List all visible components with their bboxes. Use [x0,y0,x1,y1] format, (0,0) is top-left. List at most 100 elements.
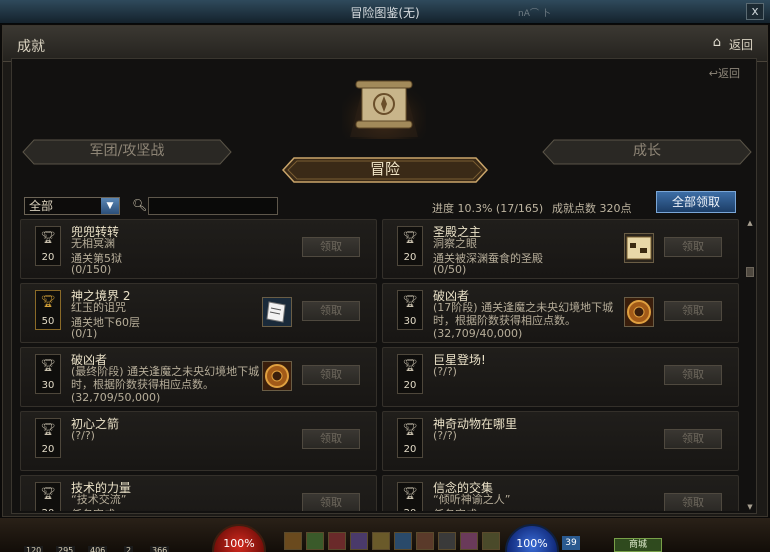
skill-slot[interactable] [306,532,324,550]
achievement-points: 20 [41,444,55,455]
tab-growth[interactable]: 成长 [542,139,752,165]
trophy-icon: 🏆︎20 [35,418,61,458]
scrollbar[interactable]: ▲ ▼ [746,219,754,511]
achievement-card: 🏆︎20技术的力量“技术交流”任务完成(0/1)领取 [20,475,377,511]
claim-button[interactable]: 领取 [664,365,722,385]
trophy-icon: 🏆︎20 [35,226,61,266]
tab-legion[interactable]: 军团/攻坚战 [22,139,232,165]
claim-button[interactable]: 领取 [664,429,722,449]
home-icon[interactable]: ⌂ [713,35,721,50]
claim-button[interactable]: 领取 [664,301,722,321]
hp-orb: 100% [212,524,266,552]
trophy-icon: 🏆︎20 [397,226,423,266]
badge-item-icon[interactable] [624,297,654,327]
achievement-card: 🏆︎ 20 兜兜转转 无相冥渊 通关第5狱 (0/150) 领取 [20,219,377,279]
achievement-description: “倾听神谕之人” [433,493,511,506]
achievement-progress: (32,709/40,000) [433,327,523,340]
skill-slot[interactable] [372,532,390,550]
achievement-description: 任务完成 [433,506,477,511]
achievement-points: 30 [41,380,55,391]
progress-label: 进度 10.3% (17/165) [432,202,544,215]
achievement-progress: (0/1) [71,327,98,340]
trophy-icon: 🏆︎20 [397,482,423,511]
skill-slot[interactable] [482,532,500,550]
achievement-points: 50 [41,316,55,327]
sub-back-link[interactable]: ↩返回 [709,65,740,81]
category-dropdown[interactable]: 全部 ▼ [24,197,120,215]
claim-button[interactable]: 领取 [302,429,360,449]
level-badge: 39 [562,536,580,550]
achievement-progress: (?/?) [433,365,457,378]
achievement-points: 20 [41,252,55,263]
panel-body: ↩返回 军团/攻坚战 冒险 成长 全部 ▼ 🔍︎ 进度 10.3% (17/16… [11,58,757,514]
shop-button[interactable]: 商城 [614,538,662,552]
achievement-description: 无相冥渊 [71,237,115,250]
achievement-card: 🏆︎ 20 巨星登场! (?/?) 领取 [382,347,739,407]
achievement-card: 🏆︎ 50 神之境界 2 红玉的诅咒 通关地下60层 (0/1) 领取 [20,283,377,343]
skill-slot[interactable] [460,532,478,550]
hud-stat: 295 [56,546,76,552]
points-label: 成就点数 320点 [552,202,632,215]
achievement-progress: (?/?) [433,429,457,442]
scroll-thumb[interactable] [746,267,754,277]
achievement-panel: 成就 ⌂ 返回 ↩返回 军团/攻坚战 冒险 成长 全部 ▼ 🔍︎ 进度 10.3… [2,25,768,517]
claim-button[interactable]: 领取 [302,365,360,385]
hud-stat: 406 [88,546,108,552]
achievement-description: 红玉的诅咒 [71,301,126,314]
claim-all-button[interactable]: 全部领取 [656,191,736,213]
map-item-icon[interactable] [624,233,654,263]
window-titlebar: nA⌒ 卜 冒险图鉴(无) x [0,0,770,24]
hud-stat: 2 [124,546,134,552]
chevron-down-icon: ▼ [101,198,119,214]
back-link[interactable]: 返回 [729,36,753,53]
claim-button[interactable]: 领取 [664,237,722,257]
tab-adventure[interactable]: 冒险 [282,157,488,183]
skill-slot[interactable] [328,532,346,550]
achievement-points: 20 [403,252,417,263]
search-icon: 🔍︎ [132,198,148,212]
skill-slot[interactable] [394,532,412,550]
skill-slot[interactable] [438,532,456,550]
skill-slot[interactable] [416,532,434,550]
achievement-card: 🏆︎ 20 神奇动物在哪里 (?/?) 领取 [382,411,739,471]
scroll-emblem-icon [342,71,426,139]
achievement-description: 任务完成 [71,506,115,511]
achievement-card: 🏆︎ 30 破凶者 (17阶段) 通关逢魔之未央幻境地下城时，根据阶数获得相应点数。(… [382,283,739,343]
search-input[interactable] [148,197,278,215]
achievement-list: 🏆︎ 20 兜兜转转 无相冥渊 通关第5狱 (0/150) 领取 🏆︎ 20 圣殿之主 洞察之眼 通关… [20,219,746,511]
trophy-icon: 🏆︎20 [35,482,61,511]
scroll-down-icon[interactable]: ▼ [746,503,754,511]
achievement-points: 20 [36,508,60,511]
achievement-progress: (0/50) [433,263,467,276]
achievement-description: (17阶段) 通关逢魔之未央幻境地下城时，根据阶数获得相应点数。 [433,301,614,327]
achievement-card: 🏆︎ 30 破凶者 (最终阶段) 通关逢魔之未央幻境地下城时，根据阶数获得相应点数。(… [20,347,377,407]
achievement-progress: (0/150) [71,263,112,276]
achievement-points: 30 [403,316,417,327]
achievement-description: 洞察之眼 [433,237,477,250]
badge-item-icon[interactable] [262,361,292,391]
claim-button[interactable]: 领取 [302,493,360,511]
achievement-progress: (32,709/50,000) [71,391,161,404]
window-title: 冒险图鉴(无) [350,6,420,20]
return-arrow-icon: ↩ [708,67,718,80]
achievement-points: 20 [398,508,422,511]
hud-stat: 366 [150,546,170,552]
achievement-card: 🏆︎ 20 初心之箭 (?/?) 领取 [20,411,377,471]
achievement-card: 🏆︎20信念的交集“倾听神谕之人”任务完成(0/1)领取 [382,475,739,511]
scroll-up-icon[interactable]: ▲ [746,219,754,227]
panel-header: 成就 ⌂ 返回 [3,26,767,62]
claim-button[interactable]: 领取 [302,237,360,257]
skill-slot[interactable] [350,532,368,550]
achievement-description: “技术交流” [71,493,127,506]
trophy-icon: 🏆︎ 30 [397,290,423,330]
hud-stat: 120 [24,546,44,552]
trophy-icon: 🏆︎20 [397,418,423,458]
trophy-icon: 🏆︎ 30 [35,354,61,394]
claim-button[interactable]: 领取 [664,493,722,511]
close-button[interactable]: x [746,3,764,20]
achievement-card: 🏆︎ 20 圣殿之主 洞察之眼 通关被深渊蚕食的圣殿 (0/50) 领取 [382,219,739,279]
claim-button[interactable]: 领取 [302,301,360,321]
achievement-points: 20 [403,380,417,391]
paper-item-icon[interactable] [262,297,292,327]
skill-slot[interactable] [284,532,302,550]
